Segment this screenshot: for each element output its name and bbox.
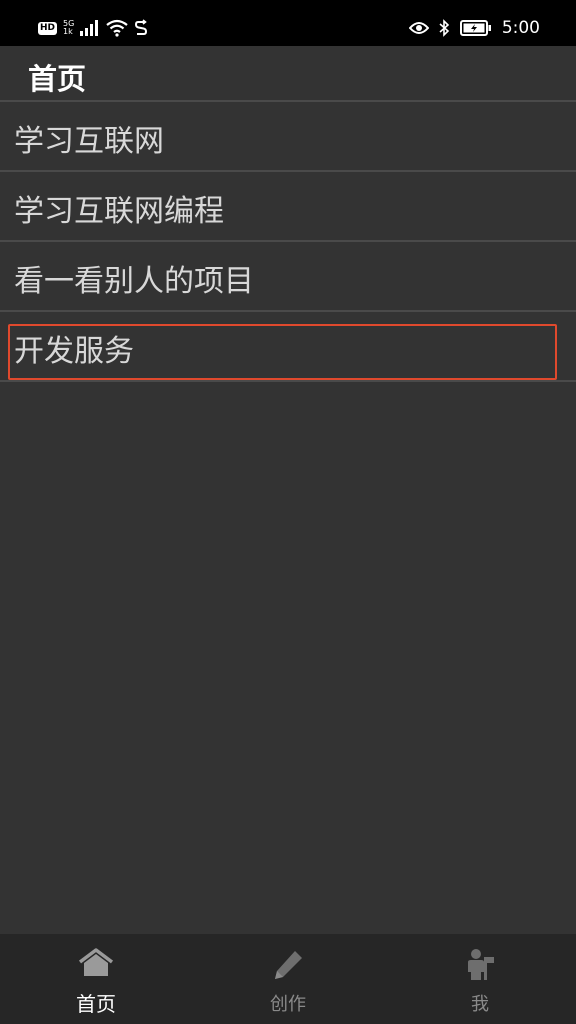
nav-tab-create[interactable]: 创作 bbox=[192, 934, 384, 1024]
clock: 5:00 bbox=[501, 18, 540, 38]
sync-icon bbox=[135, 19, 148, 35]
home-icon bbox=[78, 948, 114, 976]
list-item-label: 开发服务 bbox=[14, 334, 134, 369]
signal-icon bbox=[80, 20, 99, 36]
nav-tab-label: 创作 bbox=[270, 994, 306, 1015]
pencil-icon bbox=[275, 951, 302, 979]
eye-icon bbox=[408, 22, 429, 34]
list-item-dev-services[interactable]: 开发服务 bbox=[0, 312, 576, 382]
nav-tab-label: 我 bbox=[471, 994, 489, 1015]
battery-charging-icon bbox=[459, 20, 491, 36]
hd-badge: HD bbox=[38, 21, 58, 35]
list-item-label: 学习互联网编程 bbox=[14, 194, 224, 229]
list-item-view-others-projects[interactable]: 看一看别人的项目 bbox=[0, 242, 576, 312]
status-right-group: 5:00 bbox=[408, 15, 540, 41]
title-bar: 首页 bbox=[0, 46, 576, 102]
page-title: 首页 bbox=[28, 62, 87, 96]
bluetooth-icon bbox=[439, 19, 449, 37]
list-item-learn-internet[interactable]: 学习互联网 bbox=[0, 102, 576, 172]
nav-tab-label: 首页 bbox=[76, 992, 116, 1016]
list-item-label: 看一看别人的项目 bbox=[14, 264, 254, 299]
status-left-group: HD 5G 1k bbox=[38, 15, 148, 41]
bottom-navigation: 首页 创作 我 bbox=[0, 934, 576, 1024]
network-type: 5G 1k bbox=[63, 20, 74, 36]
wifi-icon bbox=[106, 19, 128, 37]
list-item-label: 学习互联网 bbox=[14, 124, 164, 159]
menu-list: 学习互联网 学习互联网编程 看一看别人的项目 开发服务 bbox=[0, 102, 576, 382]
nav-tab-me[interactable]: 我 bbox=[384, 934, 576, 1024]
app-screen: 首页 学习互联网 学习互联网编程 看一看别人的项目 开发服务 首页 创作 我 bbox=[0, 46, 576, 1024]
list-item-learn-internet-programming[interactable]: 学习互联网编程 bbox=[0, 172, 576, 242]
person-icon bbox=[468, 949, 494, 980]
status-bar: HD 5G 1k 5:00 bbox=[0, 0, 576, 46]
nav-tab-home[interactable]: 首页 bbox=[0, 934, 192, 1024]
network-type-bottom: 1k bbox=[63, 27, 73, 36]
